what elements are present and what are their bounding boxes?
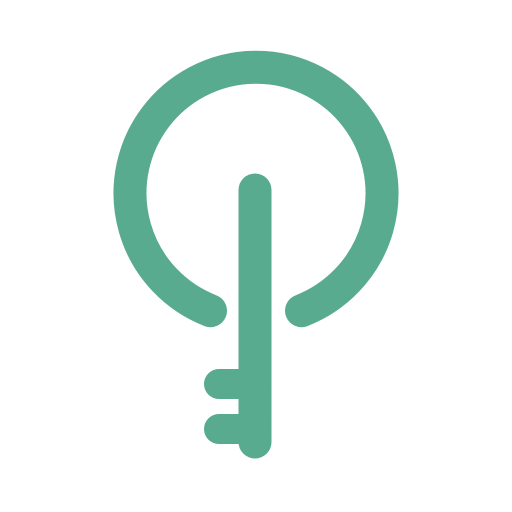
key-power-icon xyxy=(113,50,399,459)
logo-canvas xyxy=(0,0,512,512)
